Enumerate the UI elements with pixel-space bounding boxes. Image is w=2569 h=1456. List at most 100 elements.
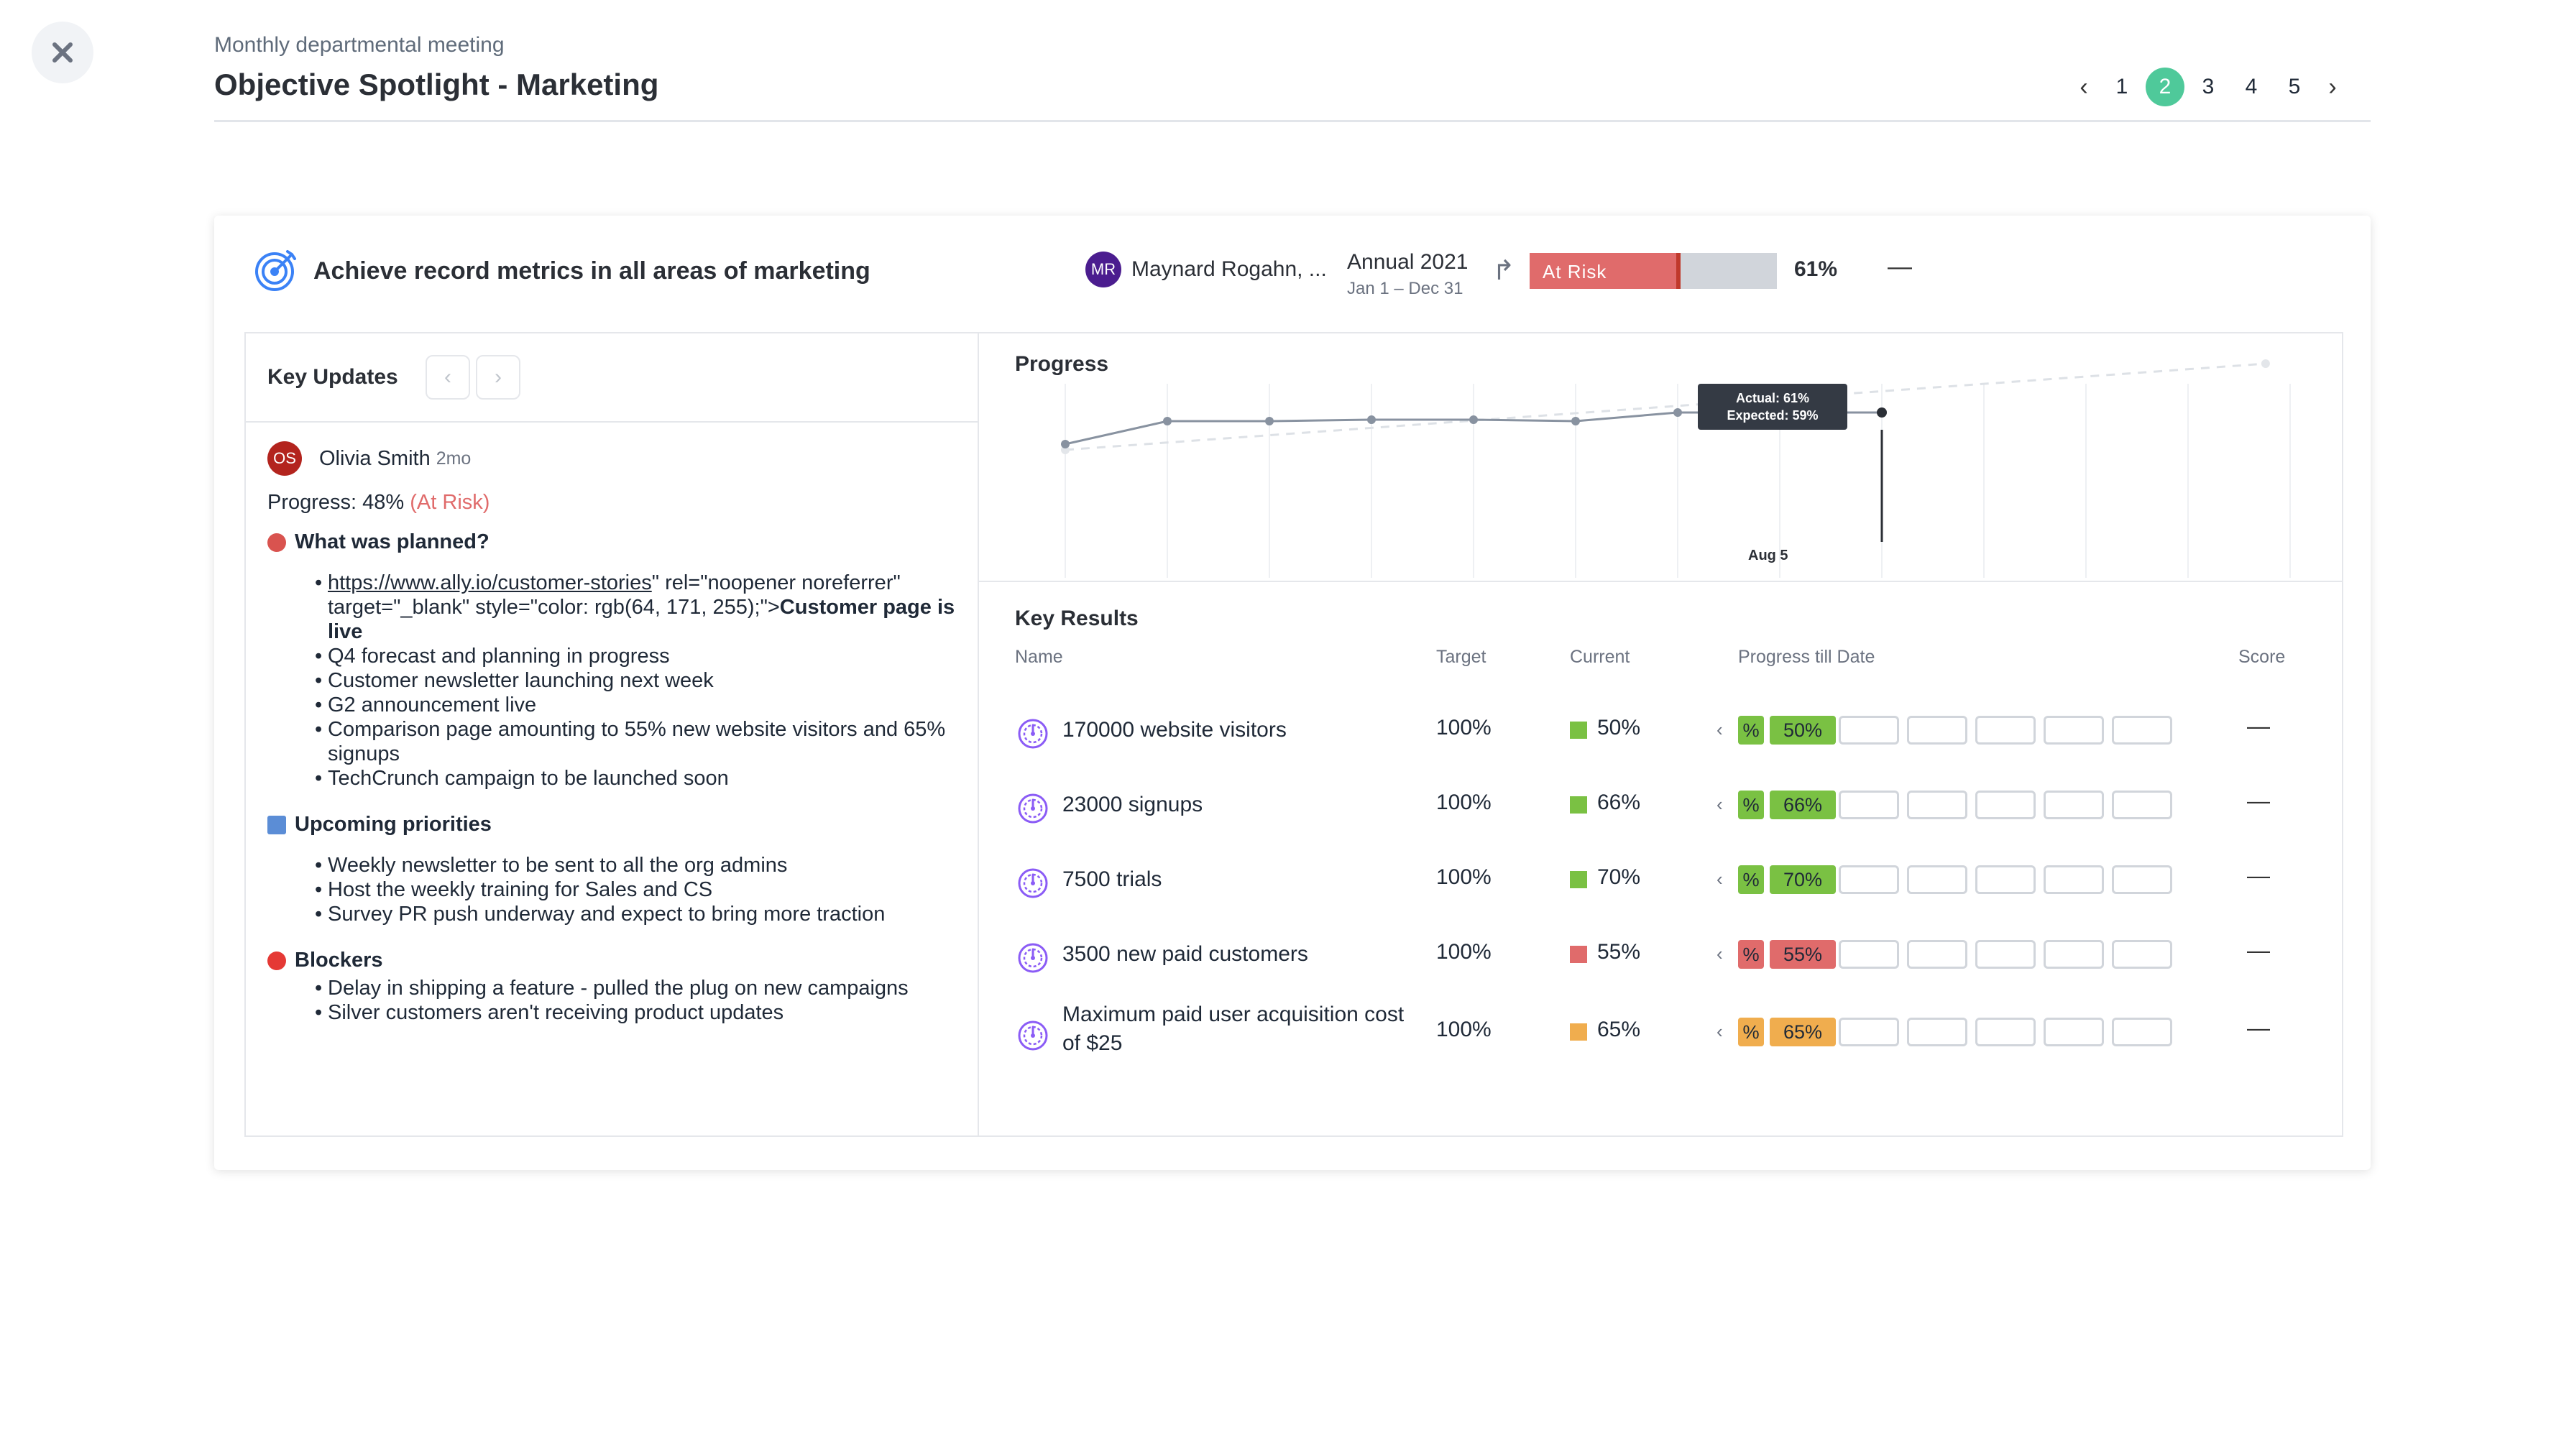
actual-point[interactable] [1469,415,1478,424]
page-5-button[interactable]: 5 [2273,75,2316,99]
progress-cell-current[interactable]: 66% [1770,791,1836,819]
progress-cell-empty[interactable] [1839,865,1899,894]
key-result-name[interactable]: 170000 website visitors [1062,716,1287,745]
key-result-name-line: 3500 new paid customers [1062,942,1308,966]
chevron-left-icon[interactable]: ‹ [1717,1020,1723,1043]
progress-cell-empty[interactable] [1975,865,2036,894]
progress-cell-empty[interactable] [1975,940,2036,969]
key-result-row[interactable]: Maximum paid user acquisition cost of $25… [979,993,2342,1065]
progress-cell-empty[interactable] [2112,940,2172,969]
progress-cell-empty[interactable] [1907,1018,1967,1046]
chevron-left-icon[interactable]: ‹ [1717,868,1723,890]
objective-score[interactable]: — [1888,253,1912,281]
list-item: Delay in shipping a feature - pulled the… [315,976,965,1000]
key-result-score[interactable]: — [2247,788,2270,814]
progress-cell-empty[interactable] [2044,791,2104,819]
key-result-score[interactable]: — [2247,862,2270,889]
progress-cell-empty[interactable] [2044,1018,2104,1046]
actual-point[interactable] [1163,417,1172,425]
list-item: Q4 forecast and planning in progress [315,644,965,668]
progress-cell-empty[interactable] [2044,940,2104,969]
key-result-name-line: Maximum paid user acquisition cost [1062,1003,1405,1026]
owner-avatar[interactable]: MR [1085,252,1121,287]
progress-cell-empty[interactable] [1907,940,1967,969]
list-item: TechCrunch campaign to be launched soon [315,766,965,791]
page-1-button[interactable]: 1 [2100,75,2143,99]
key-result-name[interactable]: 7500 trials [1062,865,1162,894]
progress-cell-empty[interactable] [1839,1018,1899,1046]
chevron-left-icon[interactable]: ‹ [1717,719,1723,741]
progress-cell-empty[interactable] [1907,716,1967,745]
list-item: Host the weekly training for Sales and C… [315,877,965,902]
list-item: Weekly newsletter to be sent to all the … [315,853,965,877]
key-result-current[interactable]: 70% [1597,865,1640,890]
chevron-left-icon[interactable]: ‹ [1717,793,1723,816]
progress-chart[interactable] [979,333,2345,582]
gauge-icon [1018,1020,1048,1051]
key-result-current[interactable]: 65% [1597,1018,1640,1042]
progress-cell-empty[interactable] [2044,716,2104,745]
actual-point[interactable] [1061,440,1070,448]
page-2-button[interactable]: 2 [2146,68,2184,106]
customer-stories-link[interactable]: https://www.ally.io/customer-stories [328,571,652,594]
objective-progress-bar[interactable]: At Risk [1530,253,1777,289]
progress-cell-current[interactable]: 70% [1770,865,1836,894]
key-result-row[interactable]: 3500 new paid customers 100% 55% ‹% 55% — [979,918,2342,990]
previous-update-button[interactable]: ‹ [426,355,470,400]
progress-cell-empty[interactable] [1975,791,2036,819]
key-result-current[interactable]: 55% [1597,940,1640,964]
actual-point[interactable] [1673,408,1682,417]
objective-progress-value: 61% [1794,257,1838,281]
next-update-button[interactable]: › [476,355,520,400]
progress-cell-empty[interactable] [1907,791,1967,819]
progress-cell-empty[interactable] [2112,865,2172,894]
update-content: OS Olivia Smith 2mo Progress: 48% (At Ri… [267,438,965,1025]
page-header: Monthly departmental meeting Objective S… [214,33,2371,102]
key-result-name[interactable]: 3500 new paid customers [1062,940,1308,969]
key-result-score[interactable]: — [2247,937,2270,964]
key-result-row[interactable]: 23000 signups 100% 66% ‹% 66% — [979,769,2342,841]
actual-point[interactable] [1571,417,1580,425]
key-result-name[interactable]: Maximum paid user acquisition cost of $25 [1062,1000,1404,1058]
chevron-left-icon[interactable]: ‹ [1717,943,1723,965]
progress-cell-empty[interactable] [2112,716,2172,745]
key-updates-header: Key Updates ‹ › [246,333,978,423]
status-square [1570,946,1587,963]
owner-name[interactable]: Maynard Rogahn, ... [1131,257,1327,282]
key-result-score[interactable]: — [2247,1015,2270,1041]
progress-cell-empty[interactable] [1975,1018,2036,1046]
close-button[interactable] [32,22,93,83]
key-result-name-line: 170000 website visitors [1062,718,1287,742]
key-updates-panel: Key Updates ‹ › OS Olivia Smith 2mo Prog… [244,332,978,1137]
actual-point[interactable] [1367,415,1376,424]
progress-cell-empty[interactable] [1839,716,1899,745]
key-result-current[interactable]: 50% [1597,716,1640,740]
page-3-button[interactable]: 3 [2187,75,2230,99]
progress-cell-empty[interactable] [2044,865,2104,894]
status-label: At Risk [1543,261,1607,282]
key-result-row[interactable]: 170000 website visitors 100% 50% ‹% 50% — [979,694,2342,766]
progress-cell-empty[interactable] [2112,1018,2172,1046]
progress-cell-empty[interactable] [1839,791,1899,819]
key-result-row[interactable]: 7500 trials 100% 70% ‹% 70% — [979,844,2342,916]
actual-point[interactable] [1265,417,1274,425]
page-4-button[interactable]: 4 [2230,75,2273,99]
actual-point[interactable] [1877,407,1887,418]
progress-cell-current[interactable]: 50% [1770,716,1836,745]
progress-cell-empty[interactable] [1839,940,1899,969]
objective-row[interactable]: Achieve record metrics in all areas of m… [214,216,2371,323]
key-result-name[interactable]: 23000 signups [1062,791,1203,819]
objective-title[interactable]: Achieve record metrics in all areas of m… [313,257,870,285]
prev-page-button[interactable]: ‹ [2067,73,2100,101]
key-result-score[interactable]: — [2247,713,2270,739]
progress-cell-empty[interactable] [1907,865,1967,894]
author-avatar[interactable]: OS [267,441,302,476]
progress-cell-empty[interactable] [1975,716,2036,745]
gauge-icon [1018,793,1048,824]
next-page-button[interactable]: › [2316,73,2349,101]
key-updates-title: Key Updates [267,365,398,389]
progress-cell-empty[interactable] [2112,791,2172,819]
progress-cell-current[interactable]: 65% [1770,1018,1836,1046]
progress-cell-current[interactable]: 55% [1770,940,1836,969]
key-result-current[interactable]: 66% [1597,791,1640,815]
